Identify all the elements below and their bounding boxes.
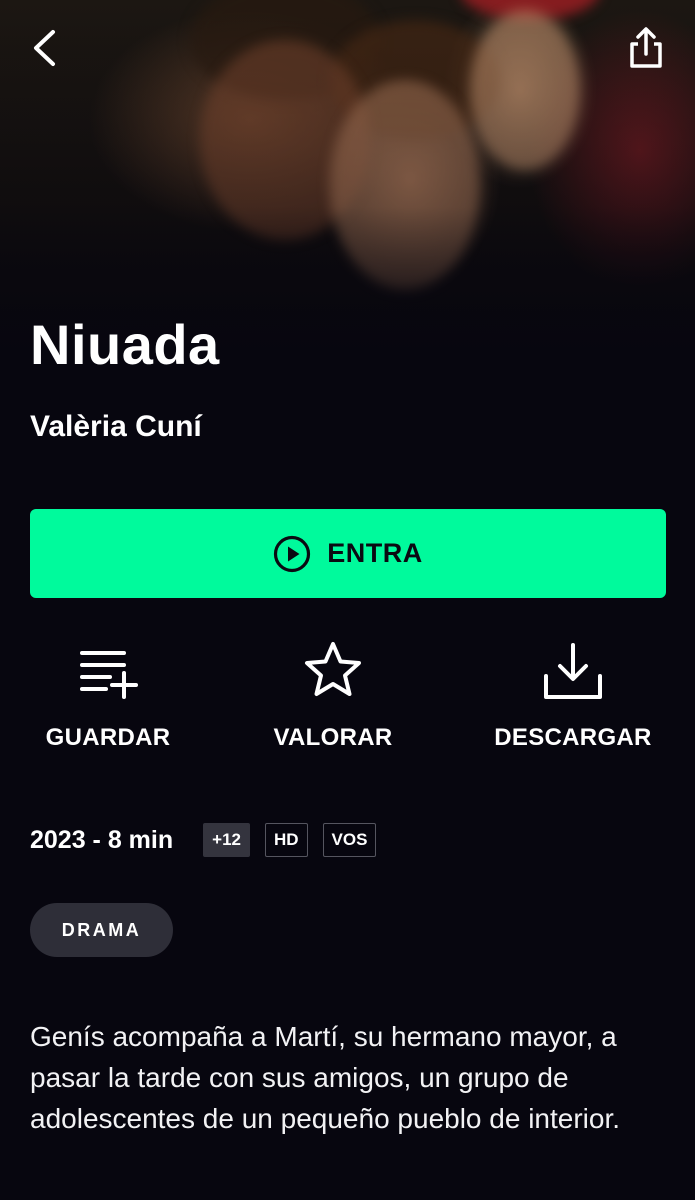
download-icon bbox=[544, 643, 602, 699]
back-button[interactable] bbox=[24, 24, 68, 72]
rate-label: VALORAR bbox=[273, 724, 393, 751]
share-icon bbox=[630, 27, 662, 68]
rate-button[interactable]: VALORAR bbox=[233, 640, 433, 752]
synopsis: Genís acompaña a Martí, su hermano mayor… bbox=[30, 1021, 621, 1134]
page-title: Niuada bbox=[30, 313, 220, 376]
save-button[interactable]: GUARDAR bbox=[8, 640, 208, 752]
play-button-label: ENTRA bbox=[327, 538, 423, 568]
play-circle-icon bbox=[274, 535, 311, 572]
year-duration: 2023 - 8 min bbox=[30, 825, 174, 854]
director-name[interactable]: Valèria Cuní bbox=[30, 410, 202, 444]
chevron-left-icon bbox=[34, 30, 55, 66]
play-button[interactable]: ENTRA bbox=[30, 509, 666, 598]
meta-row: 2023 - 8 min +12 HD VOS bbox=[30, 821, 391, 859]
star-icon bbox=[305, 642, 361, 696]
save-label: GUARDAR bbox=[45, 724, 171, 751]
genre-chip[interactable]: DRAMA bbox=[30, 903, 173, 957]
download-label: DESCARGAR bbox=[494, 724, 652, 751]
share-button[interactable] bbox=[624, 24, 668, 72]
hd-badge: HD bbox=[264, 823, 308, 857]
action-row: GUARDAR VALORAR DESCARGAR bbox=[0, 640, 695, 760]
vos-badge: VOS bbox=[322, 823, 377, 857]
download-button[interactable]: DESCARGAR bbox=[473, 640, 673, 752]
age-rating-badge: +12 bbox=[203, 823, 250, 857]
top-bar bbox=[0, 0, 695, 100]
playlist-add-icon bbox=[80, 651, 138, 699]
